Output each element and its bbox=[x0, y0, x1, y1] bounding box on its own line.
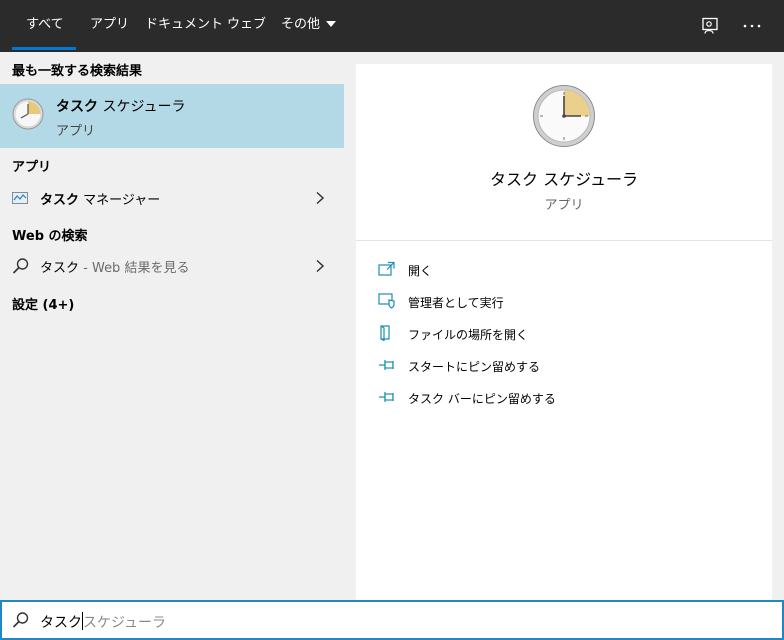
tab-apps[interactable]: アプリ bbox=[90, 0, 129, 52]
action-pin-to-start[interactable]: スタートにピン留めする bbox=[378, 354, 758, 378]
action-open-file-location[interactable]: ファイルの場所を開く bbox=[378, 322, 758, 346]
chevron-down-icon bbox=[326, 20, 337, 27]
tab-all[interactable]: すべて bbox=[26, 0, 64, 52]
clock-icon bbox=[533, 85, 595, 147]
action-open-label: 開く bbox=[408, 264, 433, 278]
details-panel: タスク スケジューラ アプリ 開く 管理者として実行 ファイルの場所を開く スタ… bbox=[356, 64, 772, 600]
pin-taskbar-icon bbox=[379, 392, 394, 402]
detail-title: タスク スケジューラ bbox=[490, 170, 638, 189]
settings-header[interactable]: 設定 (4+) bbox=[12, 294, 74, 313]
best-match-header: 最も一致する検索結果 bbox=[12, 64, 143, 79]
search-box[interactable]: タスクスケジューラ bbox=[0, 600, 784, 640]
search-input[interactable]: タスクスケジューラ bbox=[40, 612, 166, 632]
action-pin-to-taskbar-label: タスク バーにピン留めする bbox=[408, 392, 556, 406]
chevron-right-icon bbox=[316, 259, 325, 273]
search-icon bbox=[12, 612, 29, 628]
tab-documents[interactable]: ドキュメント bbox=[145, 0, 223, 52]
clock-icon bbox=[12, 98, 44, 130]
web-search-label: タスク - Web 結果を見る bbox=[40, 261, 190, 276]
open-icon bbox=[378, 261, 395, 276]
pin-start-icon bbox=[379, 360, 394, 370]
file-location-icon bbox=[380, 325, 390, 341]
detail-subtitle: アプリ bbox=[544, 198, 584, 213]
best-match-title: タスク スケジューラ bbox=[56, 99, 186, 115]
best-match-subtitle: アプリ bbox=[56, 124, 96, 139]
search-icon bbox=[12, 258, 29, 274]
divider bbox=[356, 240, 772, 241]
search-suggestion: スケジューラ bbox=[83, 615, 167, 631]
task-manager-icon bbox=[12, 192, 28, 204]
results-panel: 最も一致する検索結果 タスク スケジューラ アプリ アプリ タスク マネージャー… bbox=[0, 52, 344, 600]
action-open-file-location-label: ファイルの場所を開く bbox=[408, 328, 529, 342]
best-match-item[interactable]: タスク スケジューラ アプリ bbox=[0, 84, 344, 148]
tab-more-label: その他 bbox=[281, 17, 321, 32]
tab-web[interactable]: ウェブ bbox=[227, 0, 266, 52]
action-run-as-admin[interactable]: 管理者として実行 bbox=[378, 290, 758, 314]
action-open[interactable]: 開く bbox=[378, 258, 758, 282]
web-search-header: Web の検索 bbox=[12, 229, 88, 244]
tab-more[interactable]: その他 bbox=[281, 0, 337, 52]
list-item-task-manager[interactable]: タスク マネージャー bbox=[0, 181, 344, 215]
run-as-admin-icon bbox=[378, 293, 395, 309]
top-bar: すべて アプリ ドキュメント ウェブ その他 bbox=[0, 0, 784, 52]
apps-header: アプリ bbox=[12, 160, 52, 175]
action-run-as-admin-label: 管理者として実行 bbox=[408, 296, 504, 310]
action-pin-to-start-label: スタートにピン留めする bbox=[408, 360, 541, 374]
task-manager-label: タスク マネージャー bbox=[40, 193, 161, 208]
action-pin-to-taskbar[interactable]: タスク バーにピン留めする bbox=[378, 386, 758, 410]
active-tab-indicator bbox=[12, 47, 76, 50]
search-typed-text: タスク bbox=[40, 615, 82, 631]
more-options-icon[interactable] bbox=[740, 14, 764, 38]
chevron-right-icon bbox=[316, 191, 325, 205]
feedback-icon[interactable] bbox=[698, 14, 722, 38]
list-item-web-search[interactable]: タスク - Web 結果を見る bbox=[0, 249, 344, 283]
